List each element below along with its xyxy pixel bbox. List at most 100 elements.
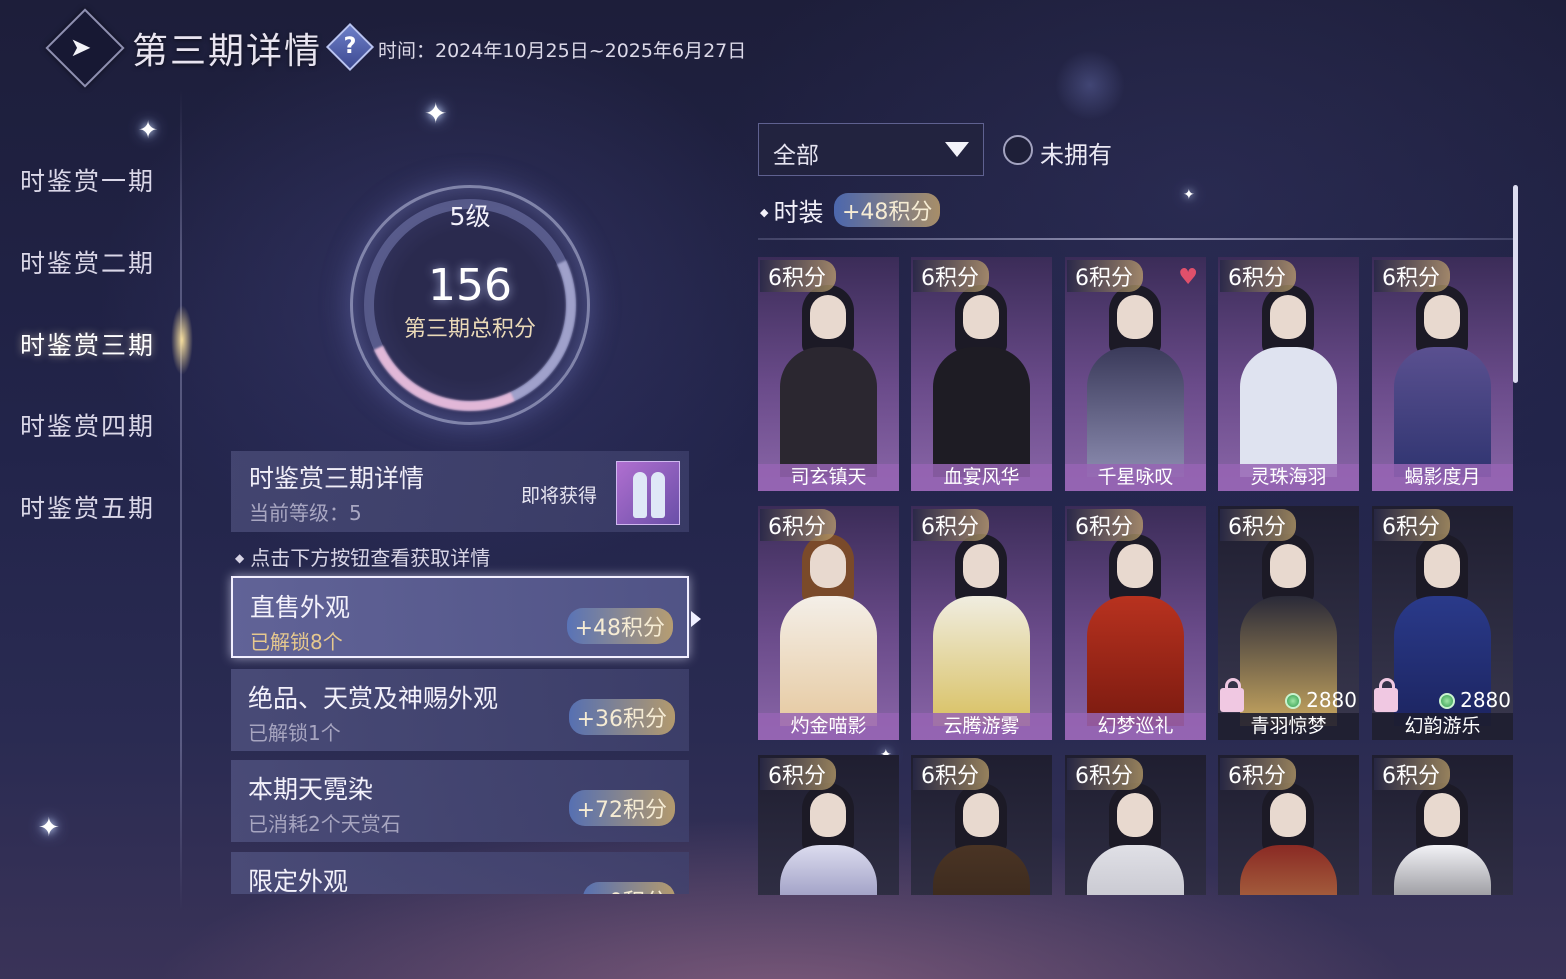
outfit-card[interactable]: 6积分 灵珠海羽 (1218, 257, 1359, 491)
category-title: 本期天霓染 (248, 775, 374, 804)
figure-icon (633, 472, 647, 518)
outfit-grid: 6积分 司玄镇天 6积分 血宴风华 6积分 ♥ 千星咏叹 6积分 灵珠海羽 6积… (758, 257, 1518, 895)
character-head (963, 793, 999, 837)
points-badge: 6积分 (913, 260, 989, 292)
lock-icon (1220, 678, 1244, 712)
character-head (1424, 295, 1460, 339)
category-limited-button[interactable]: 限定外观 +0积分 (231, 852, 689, 894)
outfit-card[interactable]: 6积分 (1372, 755, 1513, 895)
upcoming-reward-thumbnail[interactable] (616, 461, 680, 525)
detail-level: 当前等级：5 (249, 501, 362, 525)
character-head (963, 544, 999, 588)
not-owned-radio[interactable] (1003, 135, 1033, 165)
hint-text: 点击下方按钮查看获取详情 (235, 542, 490, 571)
category-score-badge: +72积分 (568, 790, 675, 826)
points-badge: 6积分 (760, 260, 836, 292)
category-score-badge: +48积分 (566, 608, 673, 644)
character-head (810, 295, 846, 339)
outfit-card[interactable]: 6积分 ♥ 千星咏叹 (1065, 257, 1206, 491)
category-title: 限定外观 (248, 867, 349, 894)
outfit-card[interactable]: 6积分 (911, 755, 1052, 895)
favorite-heart-icon[interactable]: ♥ (1178, 265, 1198, 290)
character-head (1117, 793, 1153, 837)
period-time: 时间：2024年10月25日~2025年6月27日 (378, 40, 747, 62)
character-outfit (1240, 347, 1337, 477)
character-outfit (780, 596, 877, 726)
outfit-card[interactable]: 6积分 司玄镇天 (758, 257, 899, 491)
character-outfit (1394, 845, 1491, 895)
points-badge: 6积分 (1374, 758, 1450, 790)
points-badge: 6积分 (1374, 509, 1450, 541)
category-score-badge: +0积分 (582, 882, 675, 894)
character-head (1270, 793, 1306, 837)
outfit-name: 云腾游雾 (911, 713, 1052, 740)
outfit-card[interactable]: 6积分 幻梦巡礼 (1065, 506, 1206, 740)
outfit-card[interactable]: 6积分 (1218, 755, 1359, 895)
sparkle-icon: ✦ (38, 813, 60, 843)
character-outfit (780, 845, 877, 895)
outfit-card[interactable]: 6积分 蝎影度月 (1372, 257, 1513, 491)
filter-dropdown[interactable]: 全部 (758, 123, 984, 176)
outfit-card[interactable]: 6积分 2880 幻韵游乐 (1372, 506, 1513, 740)
chevron-down-icon (945, 142, 969, 157)
back-button[interactable]: ➤ (45, 8, 125, 88)
period-detail-card: 时鉴赏三期详情 当前等级：5 即将获得 (231, 451, 689, 532)
character-outfit (933, 347, 1030, 477)
character-outfit (1240, 845, 1337, 895)
outfit-name: 幻韵游乐 (1372, 713, 1513, 740)
nav-divider (180, 90, 182, 910)
outfit-name: 灼金喵影 (758, 713, 899, 740)
category-subtitle: 已解锁1个 (248, 721, 341, 745)
character-outfit (1087, 347, 1184, 477)
category-dye-button[interactable]: 本期天霓染 已消耗2个天赏石 +72积分 (231, 760, 689, 842)
sparkle-icon: ✦ (1183, 187, 1195, 203)
points-badge: 6积分 (1067, 758, 1143, 790)
selected-pointer-icon (691, 611, 701, 627)
character-outfit (933, 845, 1030, 895)
nav-item-period-4[interactable]: 时鉴赏四期 (20, 407, 155, 443)
nav-item-period-3[interactable]: 时鉴赏三期 (20, 326, 155, 362)
outfit-card[interactable]: 6积分 2880 青羽惊梦 (1218, 506, 1359, 740)
outfit-name: 幻梦巡礼 (1065, 713, 1206, 740)
background-moon (1055, 50, 1125, 120)
character-head (1424, 544, 1460, 588)
points-badge: 6积分 (913, 509, 989, 541)
category-premium-button[interactable]: 绝品、天赏及神赐外观 已解锁1个 +36积分 (231, 669, 689, 751)
sparkle-icon: ✦ (138, 116, 159, 144)
outfit-name: 血宴风华 (911, 464, 1052, 491)
outfit-card[interactable]: 6积分 (758, 755, 899, 895)
nav-item-period-5[interactable]: 时鉴赏五期 (20, 489, 155, 525)
outfit-name: 蝎影度月 (1372, 464, 1513, 491)
section-score-badge: +48积分 (834, 193, 941, 227)
outfit-card[interactable]: 6积分 云腾游雾 (911, 506, 1052, 740)
outfit-name: 灵珠海羽 (1218, 464, 1359, 491)
back-arrow-icon: ➤ (69, 32, 92, 63)
upcoming-label: 即将获得 (521, 485, 598, 507)
outfit-card[interactable]: 6积分 (1065, 755, 1206, 895)
character-head (810, 544, 846, 588)
ring-total-score: 156 (428, 260, 512, 311)
character-head (1270, 544, 1306, 588)
ring-score-label: 第三期总积分 (403, 317, 536, 342)
help-button[interactable]: ? (325, 22, 375, 72)
price-tag: 2880 (1439, 688, 1511, 712)
points-badge: 6积分 (1220, 758, 1296, 790)
not-owned-label[interactable]: 未拥有 (1040, 135, 1112, 170)
nav-item-period-2[interactable]: 时鉴赏二期 (20, 244, 155, 280)
character-outfit (933, 596, 1030, 726)
points-badge: 6积分 (1374, 260, 1450, 292)
section-title: 时装 (760, 193, 823, 229)
character-outfit (1394, 347, 1491, 477)
outfit-card[interactable]: 6积分 血宴风华 (911, 257, 1052, 491)
category-direct-sale-button[interactable]: 直售外观 已解锁8个 +48积分 (231, 576, 689, 658)
category-title: 直售外观 (250, 593, 351, 622)
outfit-name: 千星咏叹 (1065, 464, 1206, 491)
outfit-name: 青羽惊梦 (1218, 713, 1359, 740)
outfit-card[interactable]: 6积分 灼金喵影 (758, 506, 899, 740)
character-head (1117, 544, 1153, 588)
figure-icon (651, 472, 665, 518)
page-title: 第三期详情 (132, 31, 323, 72)
price-value: 2880 (1306, 688, 1357, 712)
nav-item-period-1[interactable]: 时鉴赏一期 (20, 162, 155, 198)
sparkle-icon: ✦ (424, 97, 448, 130)
